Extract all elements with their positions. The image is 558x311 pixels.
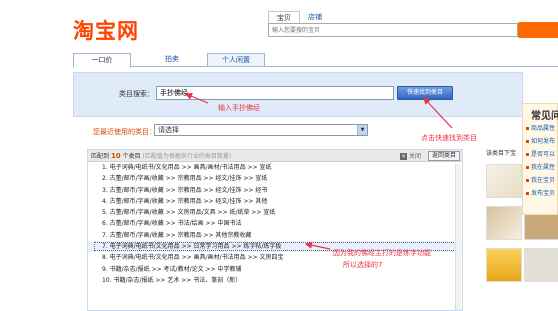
result-row[interactable]: 1. 电子词典/电纸书/文化用品 >> 画具/画材/书法用品 >> 宣纸 <box>88 162 462 173</box>
result-row[interactable]: 7. 古董/邮币/字画/收藏 >> 宗教用品 >> 其他宗教收藏 <box>88 230 462 241</box>
product-thumbnail[interactable] <box>486 164 522 198</box>
recent-category-label: 您最近使用的类目： <box>93 128 156 136</box>
click-note: 点击快速找到类目 <box>421 134 477 142</box>
result-row[interactable]: 3. 古董/邮币/字画/收藏 >> 宗教用品 >> 经文/挂饰 >> 经书 <box>88 185 462 196</box>
results-hint: (匹配值为根据各行业的类目数量) <box>142 153 232 160</box>
return-category-button[interactable]: 返回类目 <box>427 151 460 161</box>
product-thumbnail[interactable] <box>486 248 522 282</box>
results-scrollbar[interactable] <box>455 164 461 310</box>
tab-fixed-price[interactable]: 一口价 <box>73 53 131 68</box>
results-header: 匹配到 10 个类目 (匹配值为根据各行业的类目数量) × 关闭 返回类目 <box>88 150 462 162</box>
tab-shop[interactable]: 店铺 <box>300 11 330 23</box>
result-row[interactable]: 9. 书籍/杂志/报纸 >> 考试/教材/论文 >> 中学教辅 <box>88 264 462 275</box>
category-search-label: 类目搜索： <box>119 90 154 98</box>
faq-link[interactable]: 我在属性 <box>523 161 557 174</box>
faq-link[interactable]: 我在宝贝 <box>523 174 557 187</box>
results-prefix: 匹配到 <box>91 153 110 160</box>
faq-title: 常见问 <box>531 111 558 122</box>
result-row[interactable]: 6. 古董/邮币/字画/收藏 >> 书法/绘画 >> 中国书法 <box>88 218 462 229</box>
result-row[interactable]: 5. 古董/邮币/字画/收藏 >> 文房用品/文具 >> 纸/纸草 >> 宣纸 <box>88 207 462 218</box>
quick-find-category-button[interactable]: 快速找到类目 <box>397 86 453 100</box>
taobao-logo[interactable]: 淘宝网 <box>73 15 139 45</box>
tab-item[interactable]: 宝贝 <box>268 11 300 23</box>
faq-popup: 常见问 商品属性 如何发布 是否可以 我在属性 我在宝贝 发布宝贝 <box>522 103 558 215</box>
search-field[interactable] <box>268 23 518 37</box>
chevron-down-icon[interactable]: ▼ <box>357 125 367 135</box>
results-count: 10 <box>110 152 121 160</box>
category-results-panel: 匹配到 10 个类目 (匹配值为根据各行业的类目数量) × 关闭 返回类目 1. … <box>87 149 463 311</box>
search-type-tabs: 宝贝 店铺 <box>268 11 330 23</box>
input-note: 输入手抄佛经 <box>218 104 260 112</box>
faq-link[interactable]: 如何发布 <box>523 135 557 148</box>
faq-link[interactable]: 是否可以 <box>523 148 557 161</box>
recent-category-select[interactable]: 请选择 ▼ <box>154 124 368 136</box>
tab-auction[interactable]: 拍卖 <box>143 53 201 67</box>
category-search-input[interactable]: 手抄佛经 <box>156 86 394 100</box>
results-suffix: 个类目 <box>122 153 141 160</box>
product-thumbnail[interactable] <box>486 206 522 240</box>
category-search-panel: 类目搜索： 手抄佛经 快速找到类目 <box>73 72 523 117</box>
reason-note-line1: 因为我的佛经主打的是练字功能 <box>333 249 431 257</box>
recent-category-value: 请选择 <box>158 126 179 134</box>
tab-personal-idle[interactable]: 个人闲置 <box>207 53 265 67</box>
close-label: 关闭 <box>409 153 422 160</box>
close-icon: × <box>400 153 407 160</box>
faq-link[interactable]: 商品属性 <box>523 122 557 135</box>
result-row[interactable]: 2. 古董/邮币/字画/收藏 >> 宗教用品 >> 经文/挂饰 >> 宣纸 <box>88 173 462 184</box>
faq-link[interactable]: 发布宝贝 <box>523 187 557 200</box>
result-row[interactable]: 4. 古董/邮币/字画/收藏 >> 宗教用品 >> 经文/挂饰 >> 其他 <box>88 196 462 207</box>
search-input[interactable] <box>269 24 517 36</box>
search-button[interactable] <box>518 22 558 38</box>
product-thumbnail[interactable] <box>524 248 558 282</box>
reason-note-line2: 所以选择的7 <box>343 261 383 269</box>
listing-type-tabs: 一口价 拍卖 个人闲置 <box>73 53 558 68</box>
result-row[interactable]: 10. 书籍/杂志/报纸 >> 艺术 >> 书法、篆刻（新） <box>88 275 462 286</box>
